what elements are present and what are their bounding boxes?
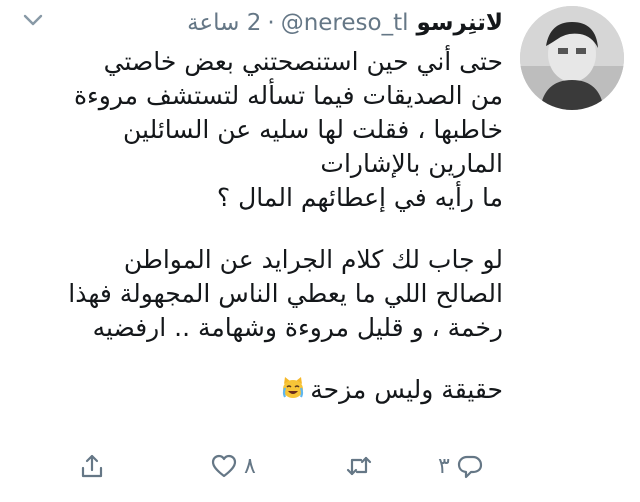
tweet-text: حتى أني حين استنصحتني بعض خاصتي من الصدي… (13, 45, 503, 407)
tweet-line: ما رأيه في إعطائهم المال ؟ (216, 183, 503, 212)
avatar[interactable] (520, 6, 624, 110)
reply-icon (457, 455, 482, 479)
chevron-down-icon[interactable] (22, 12, 44, 28)
like-icon (211, 454, 237, 478)
share-button[interactable] (78, 446, 106, 486)
reply-count: ٣ (438, 453, 450, 479)
retweet-button[interactable] (345, 446, 379, 486)
avatar-image (520, 6, 624, 110)
tweet-line: خاطبها ، فقلت لها سليه عن السائلين (123, 115, 503, 144)
tweet-card: لاتنِرسو @nereso_tl · 2 ساعة حتى أني حين… (0, 0, 640, 502)
tweet-line: من الصديقات فيما تسأله لتستشف مروءة (73, 81, 503, 110)
author-name[interactable]: لاتنِرسو (417, 10, 504, 36)
tweet-line-text: حقيقة وليس مزحة (310, 375, 503, 404)
tweet-actions: ٨ ٣ (60, 446, 500, 486)
share-icon (81, 454, 103, 478)
reply-button[interactable]: ٣ (438, 446, 484, 486)
tweet-line-last: حقيقة وليس مزحة (13, 373, 503, 407)
face-with-tears-of-joy-cat-icon (283, 377, 304, 398)
tweet-line: لو جاب لك كلام الجرايد عن المواطن (123, 245, 503, 274)
like-button[interactable]: ٨ (210, 446, 256, 486)
retweet-icon (346, 456, 372, 476)
header-separator: · (267, 10, 275, 36)
tweet-header: لاتنِرسو @nereso_tl · 2 ساعة (43, 6, 503, 40)
tweet-line: رخمة ، و قليل مروءة وشهامة .. ارفضيه (92, 313, 503, 342)
tweet-line: الصالح اللي ما يعطي الناس المجهولة فهذا (68, 279, 503, 308)
tweet-time[interactable]: 2 ساعة (187, 10, 261, 36)
like-count: ٨ (244, 453, 256, 479)
tweet-line: حتى أني حين استنصحتني بعض خاصتي (103, 47, 503, 76)
tweet-line: المارين بالإشارات (320, 149, 503, 178)
author-handle[interactable]: @nereso_tl (281, 10, 409, 36)
